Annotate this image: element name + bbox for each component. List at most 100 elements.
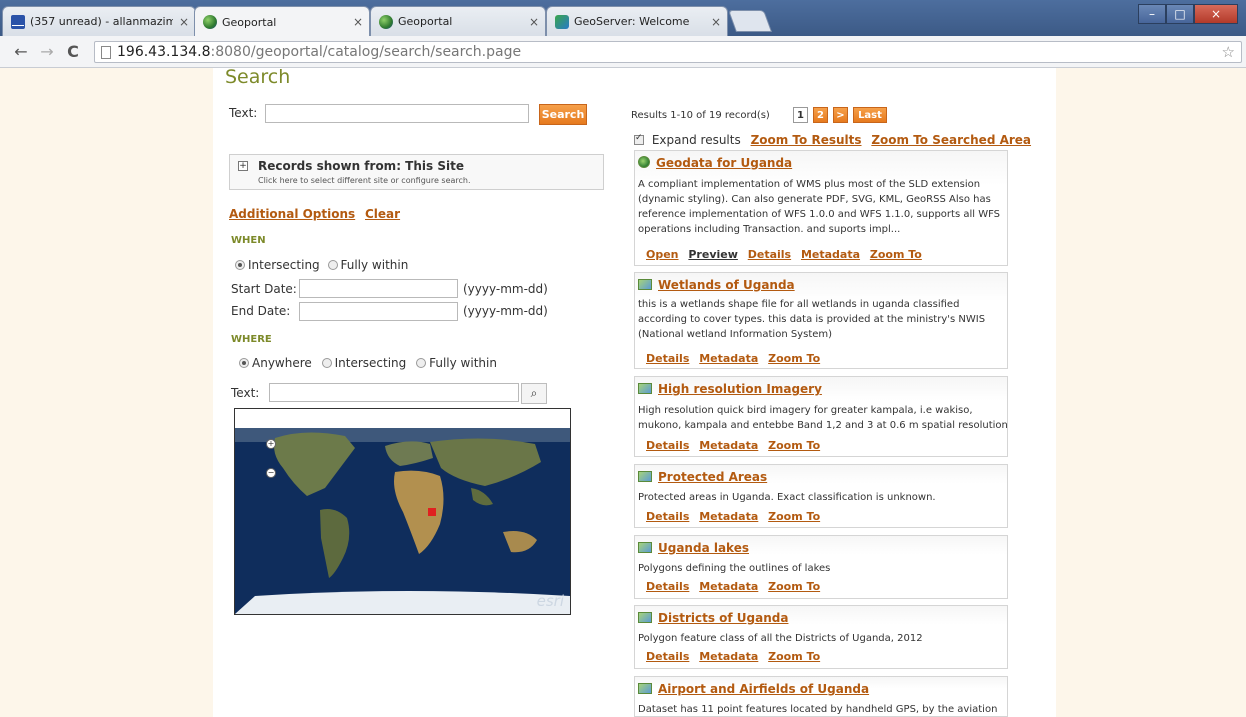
radio-label: Fully within: [340, 258, 409, 272]
metadata-link[interactable]: Metadata: [699, 352, 758, 365]
page-2-button[interactable]: 2: [813, 107, 828, 123]
zoom-to-results-link[interactable]: Zoom To Results: [751, 133, 862, 147]
zoom-to-link[interactable]: Zoom To: [768, 510, 820, 523]
world-map[interactable]: esri: [235, 428, 570, 614]
tab-close-icon[interactable]: ×: [179, 15, 189, 29]
radio-fully-within[interactable]: [416, 358, 427, 368]
zoom-to-link[interactable]: Zoom To: [870, 248, 922, 261]
page-1-button[interactable]: 1: [793, 107, 808, 123]
globe-icon: [379, 14, 393, 29]
result-title[interactable]: High resolution Imagery: [638, 382, 822, 396]
preview-link[interactable]: Preview: [688, 248, 738, 261]
radio-intersecting[interactable]: [235, 260, 245, 270]
result-description: this is a wetlands shape file for all we…: [638, 299, 986, 340]
tab-geoportal[interactable]: Geoportal ×: [370, 6, 546, 36]
window-controls: – □ ×: [1138, 4, 1238, 24]
expand-icon[interactable]: +: [238, 161, 248, 171]
metadata-link[interactable]: Metadata: [699, 650, 758, 663]
result-title-text[interactable]: Protected Areas: [658, 470, 767, 484]
details-link[interactable]: Details: [646, 650, 689, 663]
end-date-input[interactable]: [299, 302, 458, 321]
result-description: Protected areas in Uganda. Exact classif…: [638, 492, 936, 503]
records-source-box[interactable]: + Records shown from: This Site Click he…: [229, 154, 604, 190]
result-title-text[interactable]: Airport and Airfields of Uganda: [658, 682, 869, 696]
zoom-to-link[interactable]: Zoom To: [768, 352, 820, 365]
result-card: High resolution Imagery High resolution …: [634, 376, 1008, 457]
radio-label: Intersecting: [248, 258, 320, 272]
additional-options-link[interactable]: Additional Options: [229, 207, 355, 221]
radio-intersecting[interactable]: [321, 358, 332, 368]
back-button[interactable]: ←: [10, 42, 32, 61]
clear-link[interactable]: Clear: [365, 207, 400, 221]
result-card: Uganda lakes Polygons defining the outli…: [634, 535, 1008, 599]
map-zoom-in-button[interactable]: +: [266, 439, 276, 449]
result-title[interactable]: Airport and Airfields of Uganda: [638, 682, 869, 696]
metadata-link[interactable]: Metadata: [699, 439, 758, 452]
open-link[interactable]: Open: [646, 248, 679, 261]
result-title[interactable]: Districts of Uganda: [638, 611, 788, 625]
result-title-text[interactable]: Districts of Uganda: [658, 611, 788, 625]
metadata-link[interactable]: Metadata: [699, 580, 758, 593]
tab-title: GeoServer: Welcome: [574, 15, 690, 28]
tab-close-icon[interactable]: ×: [711, 15, 721, 29]
expand-results-checkbox[interactable]: [634, 133, 644, 145]
result-title-text[interactable]: Geodata for Uganda: [656, 156, 792, 170]
result-title-text[interactable]: Wetlands of Uganda: [658, 278, 795, 292]
radio-anywhere[interactable]: [239, 358, 249, 368]
expand-results-label: Expand results: [651, 133, 741, 147]
tab-geoserver[interactable]: GeoServer: Welcome ×: [546, 6, 728, 36]
layer-icon: [638, 471, 652, 482]
last-page-button[interactable]: Last: [853, 107, 887, 123]
details-link[interactable]: Details: [646, 580, 689, 593]
forward-button[interactable]: →: [36, 42, 58, 61]
search-button[interactable]: Search: [539, 104, 587, 125]
zoom-to-searched-area-link[interactable]: Zoom To Searched Area: [871, 133, 1031, 147]
tab-geoportal-active[interactable]: Geoportal ×: [194, 6, 370, 37]
metadata-link[interactable]: Metadata: [801, 248, 860, 261]
location-search-input[interactable]: [269, 383, 519, 402]
result-description: Dataset has 11 point features located by…: [638, 704, 998, 715]
new-tab-button[interactable]: [727, 10, 773, 32]
bookmark-star-icon[interactable]: ☆: [1222, 43, 1235, 61]
radio-fully-within[interactable]: [327, 260, 338, 270]
details-link[interactable]: Details: [646, 352, 689, 365]
result-title[interactable]: Uganda lakes: [638, 541, 749, 555]
result-title[interactable]: Protected Areas: [638, 470, 767, 484]
reload-button[interactable]: C: [62, 42, 84, 61]
result-title[interactable]: Geodata for Uganda: [638, 156, 792, 170]
zoom-to-link[interactable]: Zoom To: [768, 650, 820, 663]
result-links: Details Metadata Zoom To: [646, 439, 826, 452]
binoculars-icon[interactable]: ⌕: [521, 383, 547, 404]
minimize-button[interactable]: –: [1138, 4, 1166, 24]
tab-close-icon[interactable]: ×: [529, 15, 539, 29]
map-widget[interactable]: esri + −: [234, 408, 571, 615]
tab-title: (357 unread) - allanmazim: [30, 15, 173, 28]
map-zoom-out-button[interactable]: −: [266, 468, 276, 478]
close-window-button[interactable]: ×: [1194, 4, 1238, 24]
expand-results-row: Expand results Zoom To Results Zoom To S…: [634, 133, 1031, 147]
next-page-button[interactable]: >: [833, 107, 848, 123]
details-link[interactable]: Details: [646, 439, 689, 452]
mail-icon: [11, 14, 25, 29]
maximize-button[interactable]: □: [1166, 4, 1194, 24]
tab-close-icon[interactable]: ×: [353, 15, 363, 29]
result-card: Wetlands of Uganda this is a wetlands sh…: [634, 272, 1008, 369]
result-title-text[interactable]: High resolution Imagery: [658, 382, 822, 396]
details-link[interactable]: Details: [646, 510, 689, 523]
result-title[interactable]: Wetlands of Uganda: [638, 278, 795, 292]
records-source-title: Records shown from: This Site: [258, 159, 464, 173]
zoom-to-link[interactable]: Zoom To: [768, 580, 820, 593]
tab-gmail[interactable]: (357 unread) - allanmazim ×: [2, 6, 196, 36]
zoom-to-link[interactable]: Zoom To: [768, 439, 820, 452]
where-options: Anywhere Intersecting Fully within: [239, 356, 497, 370]
text-label: Text:: [229, 106, 258, 120]
start-date-input[interactable]: [299, 279, 458, 298]
metadata-link[interactable]: Metadata: [699, 510, 758, 523]
result-title-text[interactable]: Uganda lakes: [658, 541, 749, 555]
radio-label: Fully within: [429, 356, 497, 370]
address-bar[interactable]: 196.43.134.8:8080/geoportal/catalog/sear…: [94, 41, 1242, 63]
details-link[interactable]: Details: [748, 248, 791, 261]
esri-logo: esri: [536, 592, 564, 610]
search-text-input[interactable]: [265, 104, 529, 123]
layer-icon: [638, 542, 652, 553]
